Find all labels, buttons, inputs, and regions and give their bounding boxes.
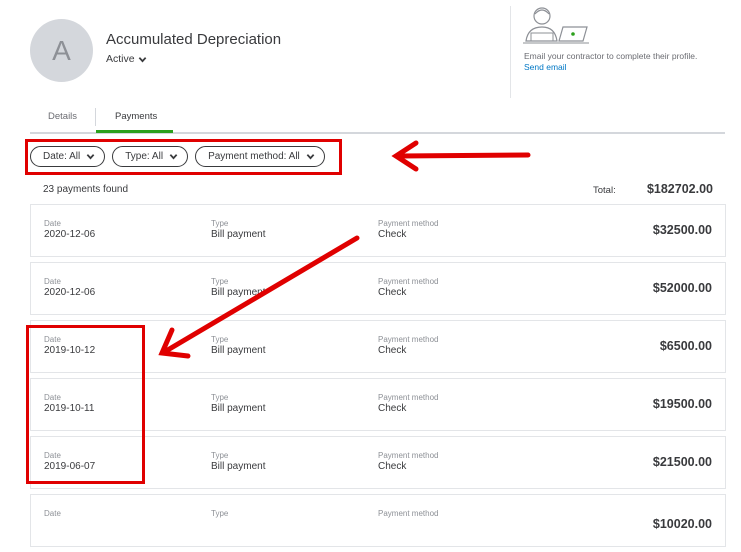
payment-row[interactable]: Date Type Payment method $10020.00: [30, 494, 726, 547]
method-label: Payment method: [378, 509, 439, 518]
type-value: Bill payment: [211, 403, 266, 414]
method-label: Payment method: [378, 219, 439, 228]
method-label: Payment method: [378, 451, 439, 460]
date-label: Date: [44, 219, 61, 228]
avatar: A: [30, 19, 93, 82]
type-label: Type: [211, 509, 229, 518]
method-label: Payment method: [378, 277, 439, 286]
send-email-link[interactable]: Send email: [524, 62, 567, 72]
header-divider: [510, 6, 511, 98]
date-value: 2020-12-06: [44, 287, 96, 298]
amount-value: $32500.00: [652, 223, 712, 237]
chevron-down-icon: [138, 56, 146, 62]
tab-payments[interactable]: Payments: [115, 111, 157, 122]
method-value: Check: [378, 287, 407, 298]
total-label: Total:: [593, 185, 616, 196]
method-value: Check: [378, 229, 407, 240]
active-tab-indicator: [96, 130, 173, 133]
method-value: Check: [378, 403, 407, 414]
amount-value: $6500.00: [659, 339, 712, 353]
type-value: Bill payment: [211, 229, 266, 240]
annotation-box-filters: [25, 139, 342, 175]
type-label: Type: [211, 335, 229, 344]
date-label: Date: [44, 277, 61, 286]
payments-count: 23 payments found: [43, 184, 129, 195]
date-label: Date: [44, 509, 61, 518]
amount-value: $21500.00: [652, 455, 712, 469]
type-value: Bill payment: [211, 287, 266, 298]
method-value: Check: [378, 345, 407, 356]
tab-details[interactable]: Details: [48, 111, 77, 122]
method-label: Payment method: [378, 335, 439, 344]
total-value: $182702.00: [646, 182, 713, 196]
type-value: Bill payment: [211, 345, 266, 356]
amount-value: $52000.00: [652, 281, 712, 295]
method-value: Check: [378, 461, 407, 472]
date-value: 2020-12-06: [44, 229, 96, 240]
account-name: Accumulated Depreciation: [106, 31, 282, 48]
type-label: Type: [211, 277, 229, 286]
type-label: Type: [211, 451, 229, 460]
payment-row[interactable]: Date 2020-12-06 Type Bill payment Paymen…: [30, 262, 726, 315]
annotation-box-dates: [26, 325, 145, 484]
amount-value: $10020.00: [652, 517, 712, 531]
contractor-illustration-icon: [523, 7, 589, 44]
promo-text: Email your contractor to complete their …: [524, 51, 698, 61]
type-value: Bill payment: [211, 461, 266, 472]
type-label: Type: [211, 393, 229, 402]
type-label: Type: [211, 219, 229, 228]
annotation-arrow-right: [391, 140, 531, 172]
tab-separator: [95, 108, 96, 126]
method-label: Payment method: [378, 393, 439, 402]
status-label: Active: [106, 53, 135, 65]
status-dropdown[interactable]: Active: [106, 53, 147, 65]
payment-row[interactable]: Date 2020-12-06 Type Bill payment Paymen…: [30, 204, 726, 257]
amount-value: $19500.00: [652, 397, 712, 411]
avatar-initial: A: [52, 34, 71, 66]
